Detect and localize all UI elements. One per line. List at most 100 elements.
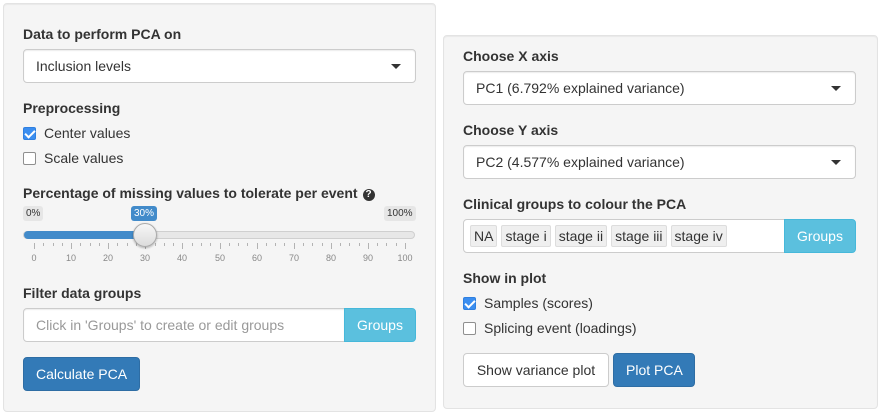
group-tag[interactable]: stage iv bbox=[670, 225, 727, 247]
slider-tick-label: 20 bbox=[102, 253, 114, 263]
slider-handle[interactable] bbox=[133, 223, 157, 247]
slider-fill bbox=[24, 231, 146, 239]
group-tag[interactable]: NA bbox=[470, 225, 498, 247]
slider-tick bbox=[238, 243, 239, 246]
slider-tick bbox=[127, 243, 128, 246]
preprocessing-label: Preprocessing bbox=[23, 100, 121, 116]
y-axis-label: Choose Y axis bbox=[463, 122, 559, 138]
group-tag[interactable]: stage i bbox=[501, 225, 551, 247]
samples-label: Samples (scores) bbox=[484, 295, 593, 311]
calculate-pca-button[interactable]: Calculate PCA bbox=[23, 357, 140, 391]
data-label: Data to perform PCA on bbox=[23, 26, 182, 42]
slider-tick bbox=[99, 243, 100, 246]
slider-tick bbox=[359, 243, 360, 246]
caret-down-icon bbox=[831, 160, 841, 165]
samples-checkbox[interactable]: Samples (scores) bbox=[463, 293, 593, 313]
slider-tick bbox=[34, 243, 35, 249]
slider-tick bbox=[340, 243, 341, 246]
slider-tick bbox=[43, 243, 44, 246]
scale-values-checkbox[interactable]: Scale values bbox=[23, 148, 123, 168]
slider-value-label: 30% bbox=[131, 206, 158, 221]
checkbox-checked-icon[interactable] bbox=[23, 126, 36, 140]
slider-tick bbox=[108, 243, 109, 249]
slider-tick bbox=[377, 243, 378, 246]
slider-tick-label: 0 bbox=[31, 253, 37, 263]
slider-track[interactable] bbox=[23, 231, 415, 239]
slider-tick bbox=[201, 243, 202, 246]
slider-tick bbox=[331, 243, 332, 249]
slider-tick bbox=[257, 243, 258, 249]
filter-groups-placeholder: Click in 'Groups' to create or edit grou… bbox=[36, 317, 285, 333]
caret-down-icon bbox=[391, 64, 401, 69]
slider-tick bbox=[322, 243, 323, 246]
slider-tick bbox=[312, 243, 313, 246]
slider-tick bbox=[220, 243, 221, 249]
slider-tick bbox=[275, 243, 276, 246]
clinical-groups-button[interactable]: Groups bbox=[784, 219, 856, 253]
y-axis-select[interactable]: PC2 (4.577% explained variance) bbox=[463, 145, 856, 179]
splicing-event-label: Splicing event (loadings) bbox=[484, 320, 637, 336]
slider-tick bbox=[53, 243, 54, 246]
slider-max-label: 100% bbox=[384, 206, 416, 221]
slider-tick bbox=[303, 243, 304, 246]
slider-tick bbox=[210, 243, 211, 246]
question-circle-icon[interactable]: ? bbox=[362, 189, 375, 201]
center-values-checkbox[interactable]: Center values bbox=[23, 123, 130, 143]
center-values-label: Center values bbox=[44, 125, 131, 141]
slider-tick bbox=[368, 243, 369, 249]
slider-tick-label: 30 bbox=[139, 253, 151, 263]
missing-values-label: Percentage of missing values to tolerate… bbox=[23, 185, 375, 201]
slider-tick-label: 80 bbox=[325, 253, 337, 263]
slider-tick-label: 10 bbox=[65, 253, 77, 263]
checkbox-checked-icon[interactable] bbox=[463, 296, 476, 310]
slider-tick bbox=[386, 243, 387, 246]
show-in-plot-label: Show in plot bbox=[463, 270, 547, 286]
filter-groups-button[interactable]: Groups bbox=[344, 308, 416, 342]
slider-tick bbox=[349, 243, 350, 246]
group-tag[interactable]: stage ii bbox=[554, 225, 608, 247]
slider-tick bbox=[155, 243, 156, 246]
slider-tick-label: 70 bbox=[288, 253, 300, 263]
x-axis-label: Choose X axis bbox=[463, 48, 559, 64]
slider-tick bbox=[396, 243, 397, 246]
filter-groups-input[interactable]: Click in 'Groups' to create or edit grou… bbox=[23, 308, 345, 342]
show-variance-plot-button[interactable]: Show variance plot bbox=[463, 353, 609, 387]
y-axis-select-value: PC2 (4.577% explained variance) bbox=[476, 154, 685, 170]
slider-tick bbox=[247, 243, 248, 246]
slider-tick-label: 50 bbox=[214, 253, 226, 263]
slider-tick bbox=[80, 243, 81, 246]
slider-tick bbox=[90, 243, 91, 246]
checkbox-unchecked-icon[interactable] bbox=[23, 151, 36, 165]
slider-tick bbox=[62, 243, 63, 246]
x-axis-select[interactable]: PC1 (6.792% explained variance) bbox=[463, 71, 856, 105]
slider-tick-label: 100 bbox=[397, 253, 413, 263]
slider-min-label: 0% bbox=[23, 206, 44, 221]
slider-tick-label: 60 bbox=[251, 253, 263, 263]
slider-tick bbox=[266, 243, 267, 246]
slider-tick bbox=[229, 243, 230, 246]
scale-values-label: Scale values bbox=[44, 150, 124, 166]
slider-tick bbox=[117, 243, 118, 246]
checkbox-unchecked-icon[interactable] bbox=[463, 321, 476, 335]
slider-tick-label: 90 bbox=[362, 253, 374, 263]
slider-tick-label: 40 bbox=[176, 253, 188, 263]
slider-tick bbox=[71, 243, 72, 249]
group-tag[interactable]: stage iii bbox=[611, 225, 667, 247]
caret-down-icon bbox=[831, 86, 841, 91]
slider-tick bbox=[164, 243, 165, 246]
plot-pca-button[interactable]: Plot PCA bbox=[613, 353, 695, 387]
splicing-event-checkbox[interactable]: Splicing event (loadings) bbox=[463, 318, 637, 338]
filter-groups-label: Filter data groups bbox=[23, 285, 142, 301]
data-select-value: Inclusion levels bbox=[36, 58, 131, 74]
slider-tick bbox=[284, 243, 285, 246]
slider-tick bbox=[182, 243, 183, 249]
missing-values-text: Percentage of missing values to tolerate… bbox=[23, 185, 358, 201]
slider-tick bbox=[405, 243, 406, 249]
clinical-groups-input[interactable]: NA stage i stage ii stage iii stage iv bbox=[463, 219, 785, 253]
slider-tick bbox=[294, 243, 295, 249]
data-select[interactable]: Inclusion levels bbox=[23, 49, 416, 83]
clinical-groups-label: Clinical groups to colour the PCA bbox=[463, 196, 687, 212]
x-axis-select-value: PC1 (6.792% explained variance) bbox=[476, 80, 685, 96]
slider-tick bbox=[192, 243, 193, 246]
slider-tick bbox=[173, 243, 174, 246]
